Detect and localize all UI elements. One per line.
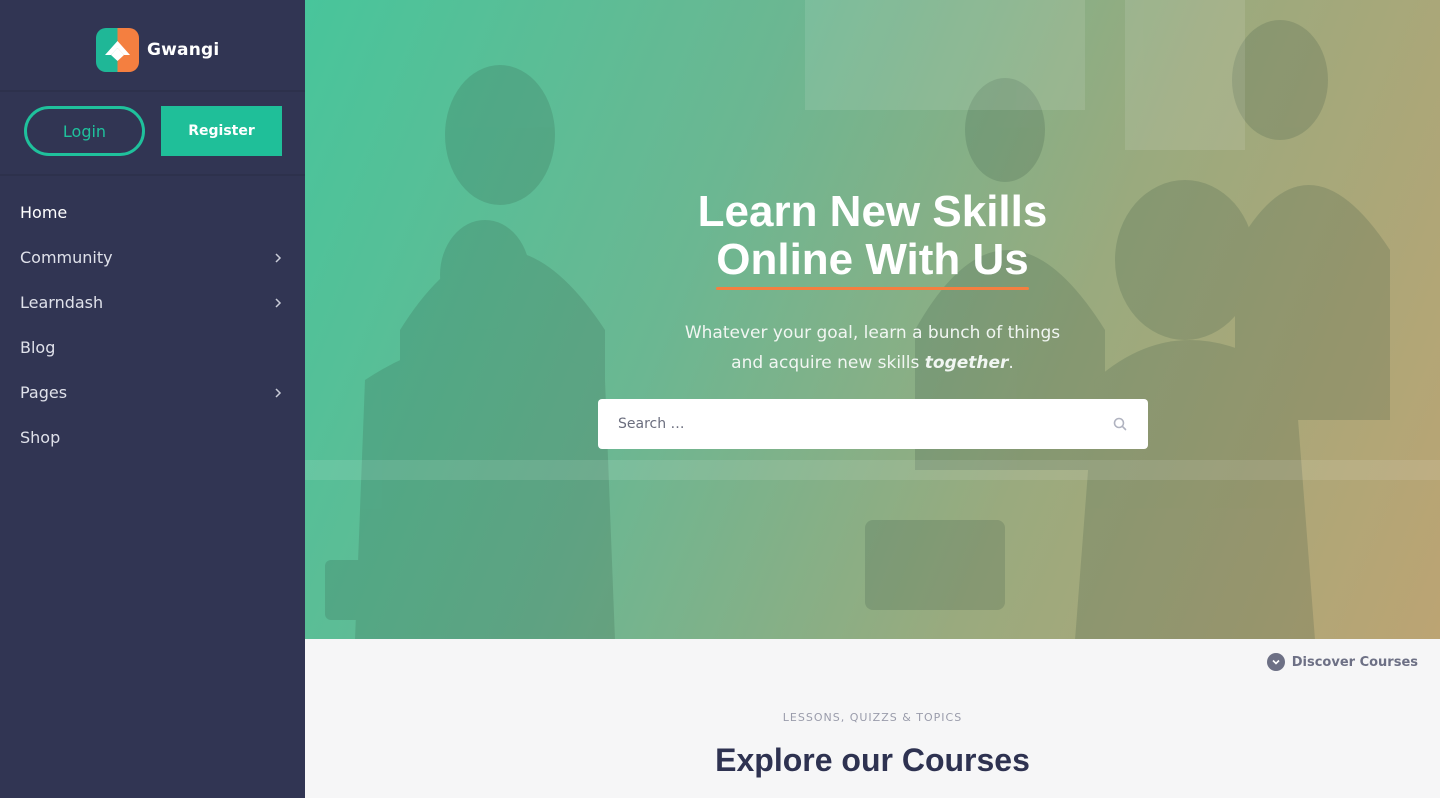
hero-subtitle-line-2-suffix: . — [1008, 353, 1014, 373]
chevron-right-icon — [275, 297, 282, 308]
search-box — [598, 399, 1148, 449]
discover-courses-link[interactable]: Discover Courses — [1266, 653, 1418, 671]
nav-item-label: Blog — [20, 338, 56, 357]
hero-subtitle-line-1: Whatever your goal, learn a bunch of thi… — [684, 323, 1061, 343]
section-eyebrow: LESSONS, QUIZZS & TOPICS — [782, 711, 963, 724]
hero-title-line-1: Learn New Skills — [697, 187, 1048, 236]
nav-item-community[interactable]: Community — [0, 235, 305, 280]
hero-subtitle: Whatever your goal, learn a bunch of thi… — [305, 318, 1440, 378]
chevron-right-icon — [275, 252, 282, 263]
gwangi-logo-icon — [96, 28, 139, 72]
title-underline — [716, 287, 1029, 290]
discover-courses-label: Discover Courses — [1291, 654, 1418, 670]
nav-item-label: Pages — [20, 383, 68, 402]
section-title: Explore our Courses — [715, 742, 1030, 778]
hero-banner: Learn New Skills Online With Us Whatever… — [305, 0, 1440, 639]
nav-item-blog[interactable]: Blog — [0, 325, 305, 370]
hero-title-line-2: Online With Us — [716, 235, 1029, 290]
sidebar: Gwangi Login Register Home Community Lea… — [0, 0, 305, 798]
chevron-right-icon — [275, 387, 282, 398]
hero-title: Learn New Skills Online With Us — [305, 187, 1440, 290]
hero-subtitle-line-2-prefix: and acquire new skills — [731, 353, 925, 373]
search-icon[interactable] — [1112, 416, 1128, 432]
nav-item-learndash[interactable]: Learndash — [0, 280, 305, 325]
brand-name: Gwangi — [147, 40, 220, 60]
sidebar-nav: Home Community Learndash Blog Pages Shop — [0, 190, 305, 460]
nav-item-label: Shop — [20, 428, 61, 447]
search-input[interactable] — [618, 416, 1112, 432]
nav-item-shop[interactable]: Shop — [0, 415, 305, 460]
brand-logo[interactable]: Gwangi — [96, 28, 219, 72]
nav-item-label: Home — [20, 203, 68, 222]
login-button[interactable]: Login — [24, 106, 145, 156]
nav-item-pages[interactable]: Pages — [0, 370, 305, 415]
nav-item-label: Learndash — [20, 293, 104, 312]
nav-item-label: Community — [20, 248, 113, 267]
chevron-down-circle-icon — [1266, 653, 1285, 671]
sidebar-divider — [0, 90, 305, 92]
hero-content: Learn New Skills Online With Us Whatever… — [305, 188, 1440, 378]
hero-title-line-2-text: Online With Us — [716, 235, 1029, 284]
sidebar-divider — [0, 174, 305, 176]
nav-item-home[interactable]: Home — [0, 190, 305, 235]
auth-buttons: Login Register — [24, 106, 282, 156]
register-button[interactable]: Register — [161, 106, 282, 156]
hero-subtitle-emphasis: together — [924, 353, 1009, 373]
